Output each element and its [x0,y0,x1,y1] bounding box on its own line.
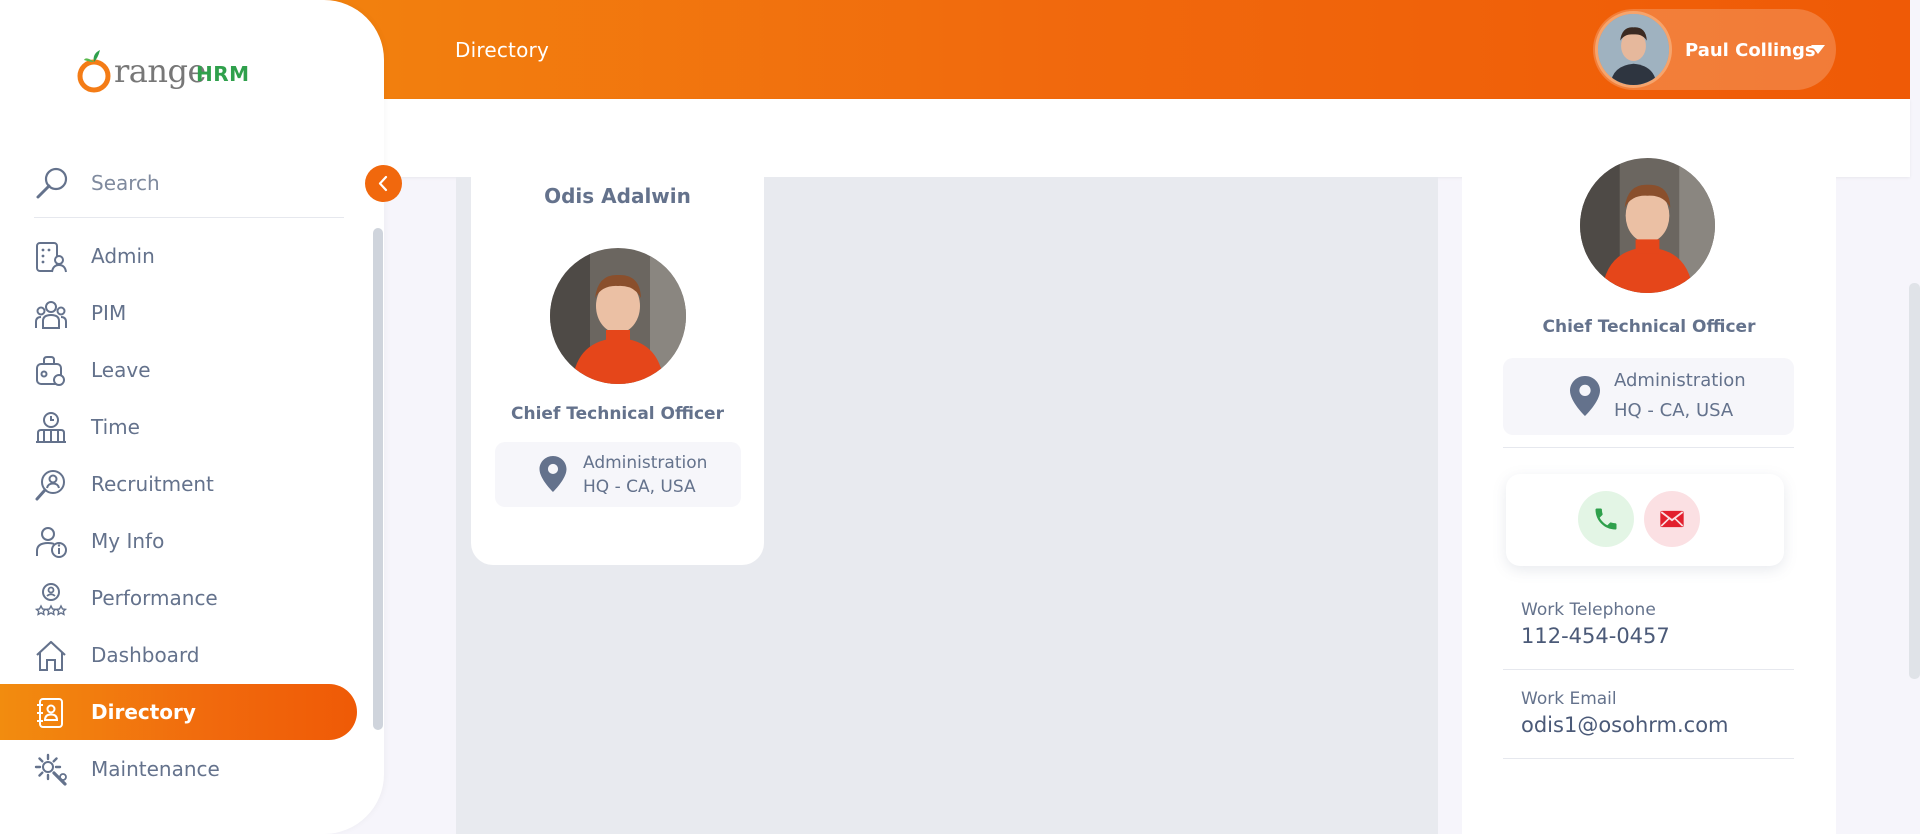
mail-icon [1660,510,1684,528]
sidebar-item-label: Performance [91,586,218,610]
employee-job-title: Chief Technical Officer [511,404,724,424]
detail-employee-photo [1580,158,1715,293]
time-icon [36,412,66,443]
work-telephone-label: Work Telephone [1521,600,1656,620]
divider [1503,447,1794,448]
user-name: Paul Collings [1685,40,1816,61]
user-avatar [1595,11,1672,88]
sidebar-item-recruitment[interactable]: Recruitment [0,456,357,512]
sidebar-item-admin[interactable]: Admin [0,228,357,284]
detail-job-title: Chief Technical Officer [1542,317,1756,337]
work-email-value: odis1@osohrm.com [1521,713,1729,737]
sidebar-item-label: Admin [91,244,155,268]
page-scrollbar[interactable] [1909,283,1920,679]
pim-icon [35,301,67,329]
recruitment-icon [35,470,65,501]
sidebar-search[interactable]: Search [34,163,344,218]
caret-down-icon [1811,45,1825,54]
sidebar-item-time[interactable]: Time [0,399,357,455]
sidebar-item-maintenance[interactable]: Maintenance [0,741,357,797]
divider [1503,669,1794,670]
phone-icon [1595,508,1617,530]
detail-location: HQ - CA, USA [1614,400,1734,421]
user-dropdown[interactable]: Paul Collings [1593,9,1836,90]
performance-icon [34,583,68,616]
logo-hrm-text: HRM [196,62,250,86]
location-pin-icon [539,456,567,492]
work-telephone-value: 112-454-0457 [1521,624,1670,648]
call-button[interactable] [1578,491,1634,547]
sidebar-item-performance[interactable]: Performance [0,570,357,626]
contact-actions [1506,474,1784,566]
leave-icon [36,356,65,386]
dashboard-icon [36,640,66,671]
employee-photo [550,248,686,384]
sidebar-scrollbar[interactable] [373,228,383,730]
orange-logo-icon [77,50,111,93]
sidebar-item-label: Maintenance [91,757,220,781]
employee-subunit: Administration [583,453,708,473]
sidebar-item-label: Dashboard [91,643,200,667]
sidebar-item-label: Recruitment [91,472,214,496]
sidebar-item-label: Directory [91,700,196,724]
directory-icon [37,698,63,728]
sidebar: range HRM Search Admin PIM Leave Time Re… [0,0,384,834]
sidebar-item-my-info[interactable]: My Info [0,513,357,569]
location-pin-icon [1570,376,1600,416]
employee-location: HQ - CA, USA [583,477,696,497]
sidebar-collapse-button[interactable] [365,165,402,202]
page-title: Directory [455,38,549,62]
email-button[interactable] [1644,491,1700,547]
orangehrm-logo: range HRM [74,44,254,96]
sidebar-item-directory[interactable]: Directory [0,684,357,740]
detail-subunit: Administration [1614,370,1746,391]
sidebar-item-label: Leave [91,358,151,382]
divider [1503,758,1794,759]
employee-card[interactable]: Odis Adalwin Chief Technical Officer Adm… [471,170,764,565]
admin-icon [36,242,67,273]
sidebar-item-dashboard[interactable]: Dashboard [0,627,357,683]
search-icon [36,167,68,199]
sidebar-item-leave[interactable]: Leave [0,342,357,398]
detail-location-box: Administration HQ - CA, USA [1503,358,1794,435]
my-info-icon [36,527,67,558]
search-label: Search [91,171,160,195]
chevron-left-icon [378,175,388,192]
employee-detail-panel: Chief Technical Officer Administration H… [1462,158,1836,834]
logo-text: range [114,52,206,90]
employee-location-box: Administration HQ - CA, USA [495,442,741,507]
sidebar-item-pim[interactable]: PIM [0,285,357,341]
employee-name: Odis Adalwin [544,184,691,208]
sidebar-item-label: PIM [91,301,127,325]
maintenance-icon [34,753,67,786]
sidebar-item-label: Time [91,415,140,439]
work-email-label: Work Email [1521,689,1617,709]
sidebar-item-label: My Info [91,529,165,553]
